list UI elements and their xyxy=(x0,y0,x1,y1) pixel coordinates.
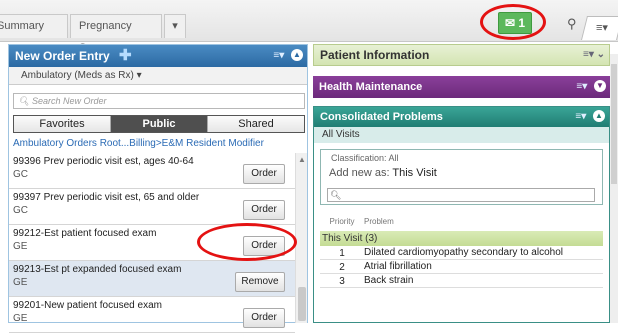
col-priority[interactable]: Priority xyxy=(320,217,364,231)
folder-segmented-control: Favorites Public Shared xyxy=(13,115,305,133)
search-icon: 🔍︎ xyxy=(18,96,30,106)
message-notification-button[interactable]: ✉ 1 xyxy=(498,12,532,34)
section-menu-icon[interactable]: ≡▾ ▲ xyxy=(575,107,605,127)
problem-row[interactable]: 1 Dilated cardiomyopathy secondary to al… xyxy=(320,246,603,260)
collapse-icon[interactable]: ▲ xyxy=(593,110,605,123)
section-title: Health Maintenance xyxy=(319,81,423,93)
col-problem[interactable]: Problem xyxy=(364,217,394,231)
search-icon: 🔍︎ xyxy=(330,190,342,200)
remove-button[interactable]: Remove xyxy=(235,272,285,292)
shortcut-icon[interactable]: ⚲ xyxy=(567,16,577,32)
scrollbar-thumb[interactable] xyxy=(611,64,617,184)
panel-title: New Order Entry xyxy=(15,49,110,63)
classification-label[interactable]: Classification: All xyxy=(321,150,602,163)
add-new-value[interactable]: This Visit xyxy=(392,167,436,179)
search-placeholder: Search New Order xyxy=(31,96,107,106)
tab-bar: Summary Pregnancy Sum... ▾ ✉ 1 ⚲ ≡▾ xyxy=(0,0,618,54)
collapse-icon[interactable]: ▲ xyxy=(291,49,303,62)
problem-priority: 1 xyxy=(339,248,345,259)
order-button[interactable]: Order xyxy=(243,164,285,184)
menu-tab[interactable]: ≡▾ xyxy=(581,16,618,40)
tab-pregnancy-summary[interactable]: Pregnancy Sum... xyxy=(70,14,162,54)
problem-search-input[interactable]: 🔍︎ xyxy=(327,188,595,202)
scroll-up-icon[interactable]: ▲ xyxy=(298,155,306,164)
order-row: 99397 Prev periodic visit est, 65 and ol… xyxy=(9,189,295,225)
order-button[interactable]: Order xyxy=(243,200,285,220)
consolidated-problems-section: Consolidated Problems ≡▾ ▲ All Visits Cl… xyxy=(313,106,610,323)
consolidated-problems-header[interactable]: Consolidated Problems ≡▾ ▲ xyxy=(314,107,609,127)
order-row: 99201-New patient focused exam GE Order xyxy=(9,297,295,333)
new-order-entry-panel: New Order Entry ✚ ≡▾ ▲ Ambulatory (Meds … xyxy=(8,44,308,333)
problem-priority: 3 xyxy=(339,276,345,287)
segment-public[interactable]: Public xyxy=(111,116,208,132)
search-input[interactable]: 🔍︎ Search New Order xyxy=(13,93,305,109)
section-menu-icon[interactable]: ≡▾ ⌄ xyxy=(583,45,605,65)
patient-information-header[interactable]: Patient Information ≡▾ ⌄ xyxy=(313,44,610,66)
problems-table: Priority Problem This Visit (3) 1 Dilate… xyxy=(320,217,603,288)
order-row: 99396 Prev periodic visit est, ages 40-6… xyxy=(9,153,295,189)
notification-count: 1 xyxy=(518,16,526,30)
problem-priority: 2 xyxy=(339,262,345,273)
section-title: Patient Information xyxy=(320,48,430,62)
section-title: Consolidated Problems xyxy=(320,111,443,123)
tab-summary[interactable]: Summary xyxy=(0,14,68,38)
classification-box: Classification: All Add new as: This Vis… xyxy=(320,149,603,205)
annotation-circle xyxy=(197,223,297,261)
table-header: Priority Problem xyxy=(320,217,603,231)
segment-shared[interactable]: Shared xyxy=(208,116,304,132)
add-plus-icon[interactable]: ✚ xyxy=(119,47,132,64)
menu-icon: ≡▾ xyxy=(596,22,608,34)
orders-scrollbar[interactable]: ▲ xyxy=(295,153,307,323)
expand-icon[interactable]: ▼ xyxy=(594,80,606,93)
section-menu-icon[interactable]: ≡▾ ▼ xyxy=(576,76,606,98)
panel-menu-icon[interactable]: ≡▾ xyxy=(273,50,284,61)
problem-name: Back strain xyxy=(364,275,414,286)
problem-row[interactable]: 3 Back strain xyxy=(320,274,603,288)
page-scrollbar[interactable] xyxy=(610,54,618,323)
add-new-label: Add new as: xyxy=(329,167,390,179)
problem-name: Atrial fibrillation xyxy=(364,261,432,272)
envelope-icon: ✉ xyxy=(504,16,516,30)
health-maintenance-header[interactable]: Health Maintenance ≡▾ ▼ xyxy=(313,76,610,98)
visits-filter[interactable]: All Visits xyxy=(314,127,609,143)
right-column: Patient Information ≡▾ ⌄ Health Maintena… xyxy=(313,44,610,323)
breadcrumb[interactable]: Ambulatory Orders Root...Billing>E&M Res… xyxy=(13,138,305,149)
order-button[interactable]: Order xyxy=(243,308,285,328)
panel-header: New Order Entry ✚ ≡▾ ▲ xyxy=(9,45,307,67)
segment-favorites[interactable]: Favorites xyxy=(14,116,111,132)
panel-controls: ≡▾ ▲ xyxy=(273,45,303,67)
add-new-as: Add new as: This Visit xyxy=(321,163,602,179)
order-row-selected: 99213-Est pt expanded focused exam GE Re… xyxy=(9,261,295,297)
problem-row[interactable]: 2 Atrial fibrillation xyxy=(320,260,603,274)
tabs-dropdown-icon[interactable]: ▾ xyxy=(164,14,186,38)
group-row[interactable]: This Visit (3) xyxy=(320,231,603,246)
ambulatory-dropdown[interactable]: Ambulatory (Meds as Rx) ▾ xyxy=(9,67,307,85)
scrollbar-thumb[interactable] xyxy=(298,287,306,321)
problem-name: Dilated cardiomyopathy secondary to alco… xyxy=(364,247,563,258)
